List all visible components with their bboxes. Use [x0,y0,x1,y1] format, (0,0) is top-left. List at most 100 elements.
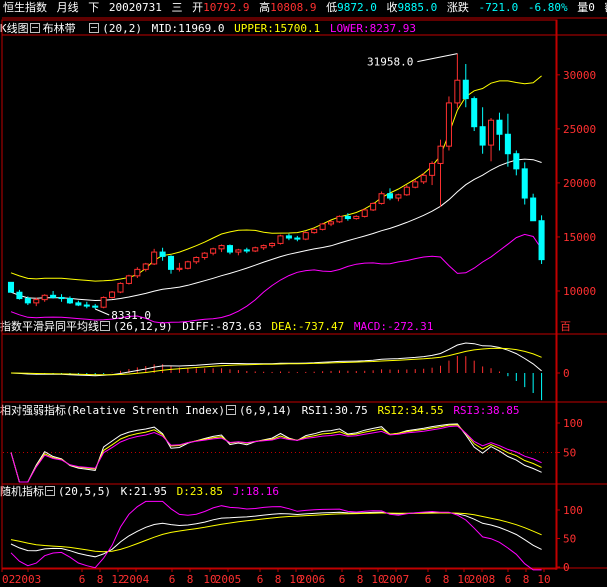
rsi2-line [10,424,542,483]
candle-body [479,126,486,146]
candle-body [370,202,377,211]
xtick-label: 6 [425,573,432,586]
ytick-label: 15000 [563,231,596,244]
candle-body [109,291,116,298]
candle-body [412,181,419,188]
kdj-j-line [10,500,542,571]
candle-body [488,119,495,146]
candle-body [184,261,191,269]
candle-body [513,153,520,170]
candle-body [210,248,217,254]
candle-body [226,245,233,253]
candle-body [167,255,175,270]
candle-body [16,291,23,300]
max-marker-line [417,53,458,63]
candle-body [33,299,40,304]
candle-body [403,186,410,196]
kdj-ytick-0: 0 [563,561,570,574]
candle-body [319,223,326,230]
candle-body [496,119,503,135]
candle-body [75,302,82,306]
bollinger-lower-line [10,233,543,324]
xtick-label: 2008 [469,573,496,586]
candle-body [235,249,242,253]
candle-body [142,263,149,270]
candle-body [117,282,124,293]
xtick-label: 8 [97,573,104,586]
xtick-label: 2007 [383,573,410,586]
candle-body [269,242,276,247]
macd-diff-line [10,342,542,377]
xtick-label: 8 [523,573,530,586]
ytick-label: 20000 [563,177,596,190]
candle-body [538,220,545,261]
candle-body [193,256,200,263]
candle-body [277,235,284,244]
candle-body [24,298,31,304]
min-marker-line [95,308,110,316]
macd-dea-line [10,347,542,376]
rsi3-line [10,425,542,483]
candle-body [530,197,537,222]
candle-body [66,298,73,304]
xtick-label: 02 [2,573,15,586]
candle-body [504,133,511,155]
xtick-label: 10 [537,573,550,586]
xtick-label: 6 [257,573,264,586]
candle-body [7,281,15,293]
candle-body [83,304,90,307]
candle-body [92,305,99,308]
chart-canvas[interactable]: 300002500020000150001000031958.08331.001… [0,0,607,587]
candle-body [521,168,528,199]
candle-body [353,215,360,220]
xtick-label: 2006 [299,573,326,586]
candle-body [176,267,183,270]
candle-body [344,215,351,220]
candle-body [471,98,478,128]
candle-body [302,232,309,240]
xtick-label: 8 [357,573,364,586]
candle-body [437,145,444,164]
kdj-d-line [10,512,542,553]
kdj-ytick-50: 50 [563,533,576,546]
xtick-label: 6 [339,573,346,586]
bollinger-mid-line [10,158,542,302]
xtick-label: 2004 [123,573,150,586]
candle-body [445,102,452,147]
xtick-label: 8 [275,573,282,586]
candle-body [134,268,141,277]
candle-body [260,245,267,249]
candle-body [41,294,48,301]
xtick-label: 6 [169,573,176,586]
xtick-label: 2003 [15,573,42,586]
max-marker-label: 31958.0 [367,56,413,69]
candle-body [201,252,208,258]
candle-body [462,79,469,100]
xtick-label: 8 [187,573,194,586]
candle-body [159,251,166,257]
candle-body [125,275,132,284]
candle-body [285,235,292,239]
ytick-label: 25000 [563,123,596,136]
candle-body [429,162,436,176]
candle-body [50,294,57,298]
xtick-label: 6 [505,573,512,586]
rsi-ytick-50: 50 [563,447,576,460]
macd-ytick-label: 0 [563,367,570,380]
rsi1-line [10,423,542,483]
candle-body [454,79,461,104]
xtick-label: 6 [79,573,86,586]
candle-body [328,221,335,225]
candle-body [311,228,318,234]
ytick-label: 10000 [563,285,596,298]
xtick-label: 2005 [215,573,242,586]
candle-body [336,215,343,223]
ytick-label: 30000 [563,69,596,82]
kdj-ytick-100: 100 [563,504,583,517]
candle-body [58,296,65,300]
min-marker-label: 8331.0 [111,309,151,322]
candle-body [100,296,107,308]
candle-body [386,193,394,199]
candle-body [395,194,402,199]
rsi-ytick-100: 100 [563,417,583,430]
